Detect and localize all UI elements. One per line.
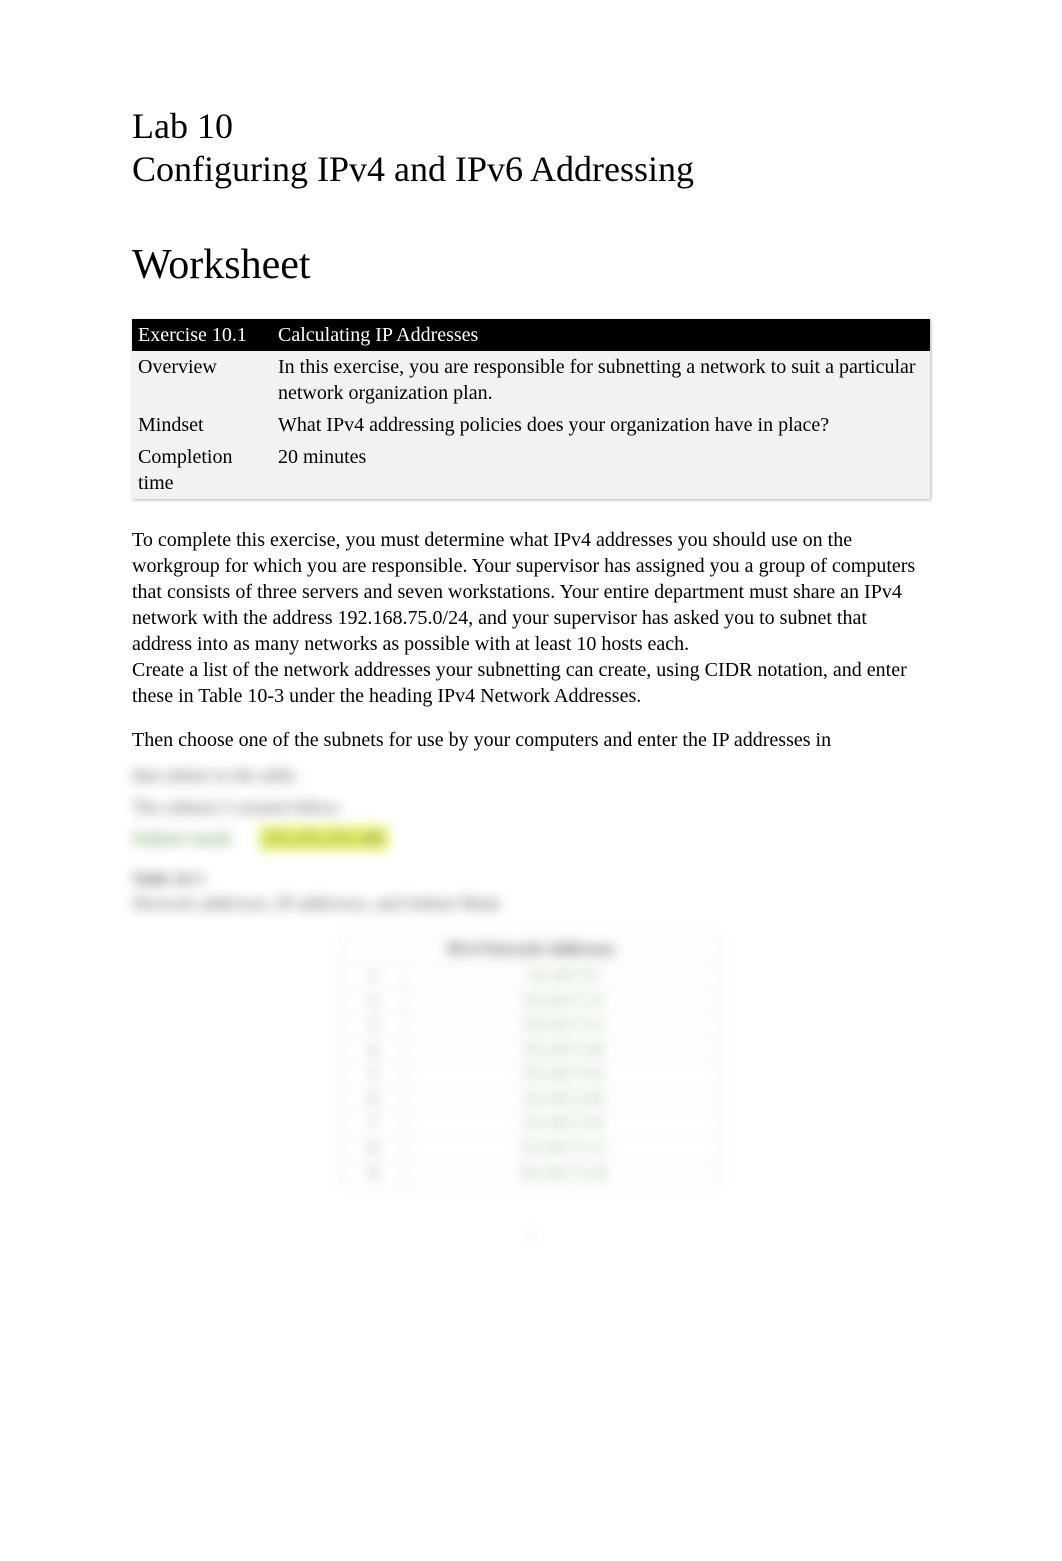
lab-number: Lab 10: [132, 106, 233, 146]
exercise-title: Calculating IP Addresses: [272, 319, 930, 351]
network-addresses-table: IPv4 Network Addresses 1192.168.75.0 219…: [341, 935, 721, 1187]
table-row: Mindset What IPv4 addressing policies do…: [132, 409, 930, 441]
table-row: 1192.168.75.0: [342, 964, 721, 989]
exercise-label: Exercise 10.1: [132, 319, 272, 351]
exercise-info-table: Exercise 10.1 Calculating IP Addresses O…: [132, 319, 930, 499]
subnet-mask-value: 255.255.255.240: [259, 826, 389, 851]
table-row: 4192.168.75.48: [342, 1038, 721, 1063]
paragraph-3: Then choose one of the subnets for use b…: [132, 727, 930, 753]
table-row: 8192.168.75.112: [342, 1137, 721, 1162]
paragraph-1: To complete this exercise, you must dete…: [132, 527, 930, 657]
subnet-mask-label: Subnet mask: [132, 828, 232, 848]
table-row: 9192.168.75.128: [342, 1161, 721, 1186]
table-row: 6192.168.75.80: [342, 1087, 721, 1112]
table-row: 3192.168.75.32: [342, 1014, 721, 1039]
lab-title: Configuring IPv4 and IPv6 Addressing: [132, 149, 694, 189]
table-row: 7192.168.75.96: [342, 1112, 721, 1137]
table-row: 5192.168.75.64: [342, 1063, 721, 1088]
table-row: Completion time 20 minutes: [132, 441, 930, 499]
page-number: 1: [132, 1226, 930, 1246]
blurred-subnet-row: Subnet mask 255.255.255.240: [132, 826, 930, 851]
table-row: Overview In this exercise, you are respo…: [132, 351, 930, 409]
mindset-label: Mindset: [132, 409, 272, 441]
table-caption: Network addresses, IP addresses, and Sub…: [132, 891, 930, 916]
blurred-text-line: that subnet in the table.: [132, 763, 930, 788]
paragraph-2: Create a list of the network addresses y…: [132, 657, 930, 709]
table-row: 2192.168.75.16: [342, 989, 721, 1014]
overview-text: In this exercise, you are responsible fo…: [272, 351, 930, 409]
completion-text: 20 minutes: [272, 441, 930, 499]
worksheet-heading: Worksheet: [132, 241, 930, 289]
table-header: IPv4 Network Addresses: [342, 935, 721, 964]
table-header-row: Exercise 10.1 Calculating IP Addresses: [132, 319, 930, 351]
blurred-text-line: The subnets I created follow:: [132, 795, 930, 820]
completion-label: Completion time: [132, 441, 272, 499]
mindset-text: What IPv4 addressing policies does your …: [272, 409, 930, 441]
lab-heading: Lab 10 Configuring IPv4 and IPv6 Address…: [132, 105, 930, 191]
table-number: Table 10-3: [132, 869, 930, 891]
blurred-preview: that subnet in the table. The subnets I …: [132, 763, 930, 1245]
overview-label: Overview: [132, 351, 272, 409]
